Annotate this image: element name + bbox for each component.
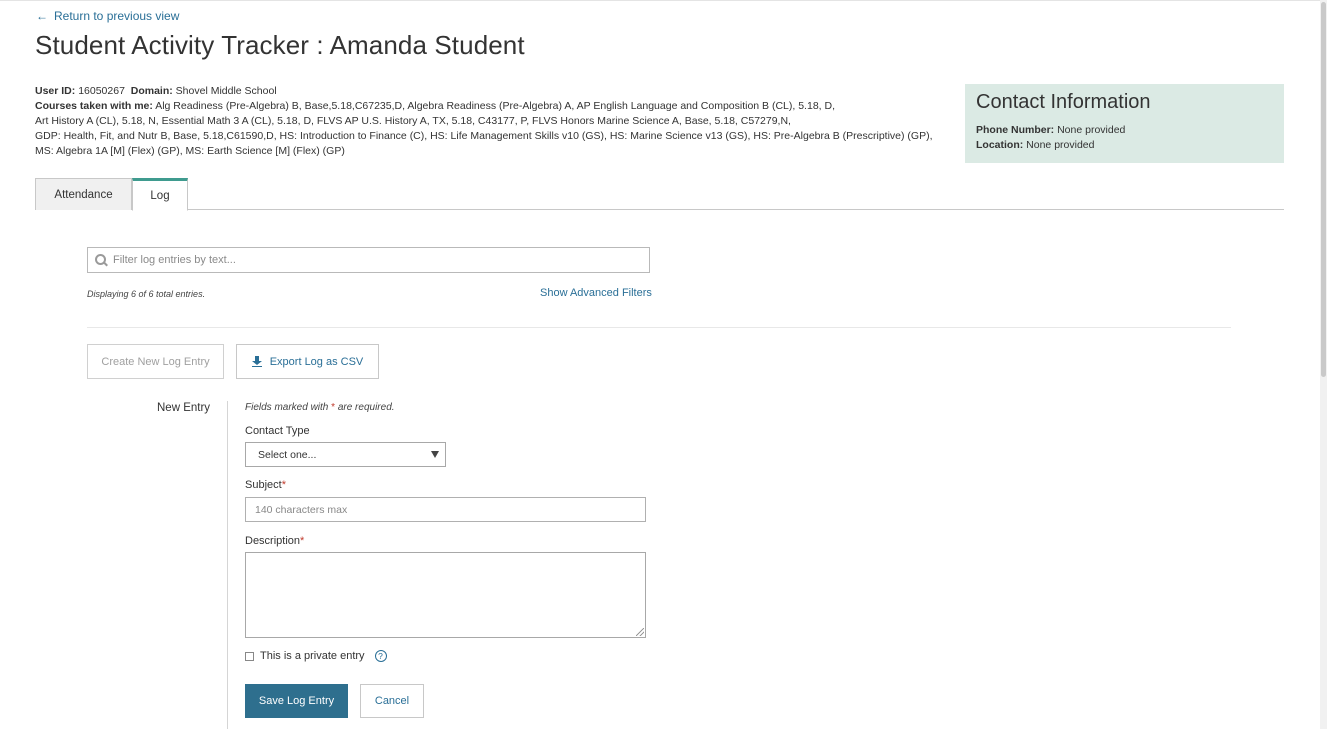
student-id-domain-line: User ID: 16050267 Domain: Shovel Middle … — [35, 84, 950, 99]
description-label: Description* — [245, 535, 304, 547]
user-id-label: User ID: — [35, 85, 76, 97]
location-value: None provided — [1026, 139, 1095, 151]
courses-line-3: GDP: Health, Fit, and Nutr B, Base, 5.18… — [35, 130, 933, 142]
contact-title: Contact Information — [976, 91, 1151, 113]
contact-type-label: Contact Type — [245, 425, 310, 437]
contact-information-panel: Contact Information Phone Number: None p… — [965, 84, 1284, 163]
private-entry-row: This is a private entry ? — [245, 650, 387, 662]
contact-type-select[interactable]: Select one... — [245, 442, 446, 467]
user-id-value: 16050267 — [78, 85, 125, 97]
tab-log[interactable]: Log — [132, 178, 188, 211]
entry-count-text: Displaying 6 of 6 total entries. — [87, 289, 206, 299]
back-link-label: Return to previous view — [54, 9, 180, 23]
tab-bar: Attendance Log — [35, 178, 1284, 211]
scrollbar-thumb[interactable] — [1321, 2, 1326, 377]
filter-log-input[interactable] — [113, 254, 633, 266]
cancel-button[interactable]: Cancel — [360, 684, 424, 718]
required-fields-note: Fields marked with * are required. — [245, 402, 395, 413]
subject-label-text: Subject — [245, 479, 282, 491]
phone-label: Phone Number: — [976, 124, 1055, 136]
domain-label: Domain: — [130, 85, 173, 97]
tab-attendance[interactable]: Attendance — [35, 178, 132, 210]
description-label-text: Description — [245, 535, 301, 547]
location-row: Location: None provided — [976, 138, 1273, 153]
subject-label: Subject* — [245, 479, 286, 491]
save-log-entry-button[interactable]: Save Log Entry — [245, 684, 348, 718]
page-title: Student Activity Tracker : Amanda Studen… — [35, 30, 525, 60]
courses-line-2: Art History A (CL), 5.18, N, Essential M… — [35, 115, 791, 127]
filter-log-search[interactable] — [87, 247, 650, 273]
new-entry-label: New Entry — [157, 402, 211, 414]
courses-label: Courses taken with me: — [35, 100, 153, 112]
section-divider — [87, 327, 1231, 328]
required-note-suffix: are required. — [337, 402, 395, 413]
private-entry-checkbox[interactable] — [245, 651, 254, 661]
phone-row: Phone Number: None provided — [976, 123, 1273, 138]
export-label: Export Log as CSV — [269, 355, 364, 368]
courses-text: Alg Readiness (Pre-Algebra) B, Base,5.18… — [155, 100, 835, 112]
download-icon — [251, 356, 262, 367]
resize-grip-icon[interactable] — [636, 628, 644, 636]
subject-input[interactable]: 140 characters max — [245, 497, 646, 522]
private-entry-label[interactable]: This is a private entry — [260, 650, 365, 662]
create-new-log-entry-button[interactable]: Create New Log Entry — [87, 344, 224, 379]
search-icon — [94, 253, 108, 267]
courses-line-4: MS: Algebra 1A [M] (Flex) (GP), MS: Eart… — [35, 145, 345, 157]
phone-value: None provided — [1057, 124, 1126, 136]
subject-required-star: * — [281, 479, 286, 491]
contact-type-value: Select one... — [258, 448, 317, 461]
location-label: Location: — [976, 139, 1024, 151]
show-advanced-filters-link[interactable]: Show Advanced Filters — [540, 287, 652, 299]
arrow-left-icon: ← — [36, 9, 48, 23]
return-to-previous-view-link[interactable]: ← Return to previous view — [36, 9, 179, 23]
export-log-csv-button[interactable]: Export Log as CSV — [236, 344, 379, 379]
top-border — [0, 0, 1320, 1]
caret-down-icon — [431, 451, 439, 458]
description-textarea[interactable] — [245, 552, 646, 638]
vertical-scrollbar[interactable] — [1320, 0, 1327, 729]
required-note-prefix: Fields marked with — [245, 402, 329, 413]
courses-line-1: Courses taken with me: Alg Readiness (Pr… — [35, 99, 950, 114]
student-info: User ID: 16050267 Domain: Shovel Middle … — [35, 84, 950, 159]
help-icon[interactable]: ? — [374, 650, 387, 662]
form-divider — [227, 401, 228, 729]
subject-placeholder: 140 characters max — [255, 503, 348, 516]
required-star: * — [331, 402, 336, 413]
domain-value: Shovel Middle School — [175, 85, 277, 97]
description-required-star: * — [300, 535, 305, 547]
